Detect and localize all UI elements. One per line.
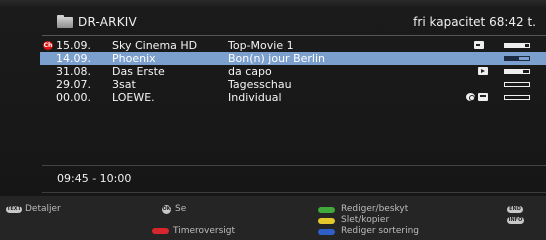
end-key-icon[interactable]: END <box>507 206 523 213</box>
recording-title: Bon(n) jour Berlin <box>228 52 325 65</box>
recording-channel: LOEWE. <box>112 91 155 104</box>
edit-sort-label[interactable]: Rediger sortering <box>341 226 419 236</box>
edit-protect-label[interactable]: Rediger/beskyt <box>341 204 408 214</box>
cut-icon <box>478 93 488 101</box>
list-item[interactable]: 31.08. Das Erste da capo <box>40 65 546 78</box>
recording-date: 00.00. <box>56 91 91 104</box>
yellow-button-icon <box>318 218 335 224</box>
recording-title: Individual <box>228 91 282 104</box>
red-button-icon <box>152 228 169 234</box>
recording-title: Top-Movie 1 <box>228 39 294 52</box>
details-label[interactable]: Detaljer <box>25 204 61 214</box>
recording-archive-screen: DR-ARKIV fri kapacitet 68:42 t. Ch 15.09… <box>0 0 546 240</box>
recording-date: 29.07. <box>56 78 91 91</box>
header-divider <box>42 35 546 36</box>
recording-date: 15.09. <box>56 39 91 52</box>
progress-bar <box>504 43 530 48</box>
text-key-icon: TEXT <box>6 206 22 213</box>
list-item[interactable]: 14.09. Phoenix Bon(n) jour Berlin <box>40 52 546 65</box>
recording-channel: Sky Cinema HD <box>112 39 198 52</box>
progress-bar <box>504 56 530 61</box>
list-item[interactable]: 29.07. 3sat Tagesschau <box>40 78 546 91</box>
list-item[interactable]: Ch 15.09. Sky Cinema HD Top-Movie 1 <box>40 39 546 52</box>
delete-copy-label[interactable]: Slet/kopier <box>341 215 389 225</box>
folder-icon <box>57 15 73 28</box>
see-label[interactable]: Se <box>175 204 186 214</box>
green-button-icon <box>318 207 335 213</box>
button-legend: TEXT Detaljer OK Se Timeroversigt Redige… <box>0 196 546 240</box>
ok-key-icon: OK <box>162 205 171 214</box>
info-key-icon[interactable]: INFO <box>507 217 524 224</box>
free-capacity: fri kapacitet 68:42 t. <box>413 15 536 29</box>
recording-time-range: 09:45 - 10:00 <box>57 172 132 185</box>
list-divider <box>42 165 546 166</box>
blue-button-icon <box>318 229 335 235</box>
timer-icon <box>466 93 475 101</box>
archive-title: DR-ARKIV <box>78 15 137 29</box>
timer-overview-label[interactable]: Timeroversigt <box>173 226 235 236</box>
recording-list: Ch 15.09. Sky Cinema HD Top-Movie 1 14.0… <box>40 39 546 104</box>
list-item[interactable]: 00.00. LOEWE. Individual <box>40 91 546 104</box>
progress-bar <box>504 95 530 100</box>
recording-channel: Das Erste <box>112 65 165 78</box>
key-icon <box>474 41 484 49</box>
recording-channel: 3sat <box>112 78 136 91</box>
progress-bar <box>504 82 530 87</box>
footer-divider <box>42 192 546 193</box>
play-icon <box>478 67 488 75</box>
recording-channel: Phoenix <box>112 52 156 65</box>
progress-bar <box>504 69 530 74</box>
recording-title: da capo <box>228 65 272 78</box>
archive-header: DR-ARKIV fri kapacitet 68:42 t. <box>42 13 546 33</box>
recording-date: 14.09. <box>56 52 91 65</box>
recording-date: 31.08. <box>56 65 91 78</box>
recording-title: Tagesschau <box>228 78 292 91</box>
parental-lock-icon: Ch <box>43 41 53 50</box>
